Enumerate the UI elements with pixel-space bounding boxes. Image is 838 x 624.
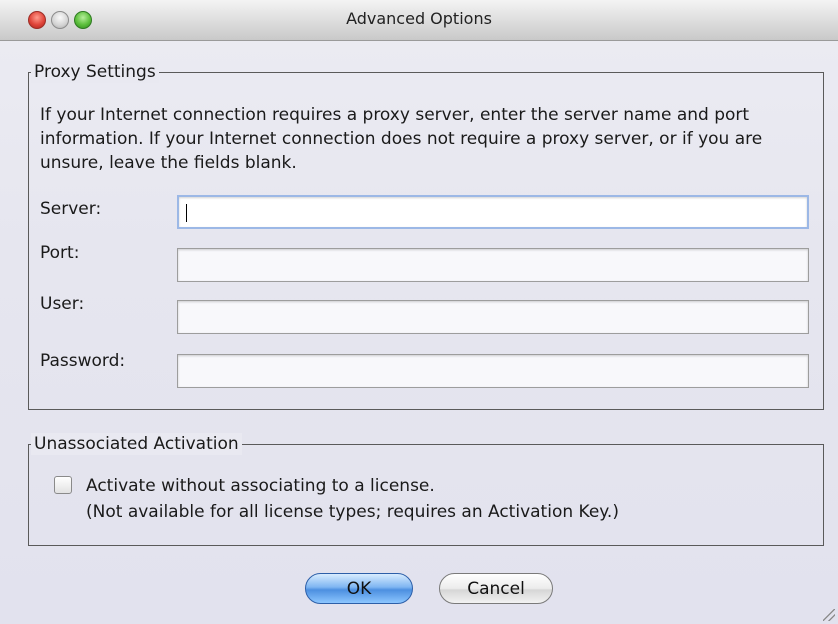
- unassociated-activation-group: Unassociated Activation Activate without…: [28, 433, 824, 546]
- port-label: Port:: [40, 243, 80, 263]
- server-label: Server:: [40, 199, 102, 219]
- resize-grip-icon[interactable]: [823, 609, 835, 621]
- password-input[interactable]: [177, 354, 809, 388]
- title-bar[interactable]: Advanced Options: [0, 0, 838, 41]
- unassociated-activation-legend: Unassociated Activation: [31, 433, 242, 455]
- password-label: Password:: [40, 351, 126, 371]
- text-caret: [186, 204, 187, 222]
- activate-without-license-text[interactable]: Activate without associating to a licens…: [86, 473, 619, 525]
- port-input[interactable]: [177, 248, 809, 282]
- ok-button[interactable]: OK: [305, 573, 413, 604]
- window-title: Advanced Options: [346, 9, 492, 28]
- activation-note: (Not available for all license types; re…: [86, 502, 619, 522]
- cancel-button[interactable]: Cancel: [439, 573, 553, 604]
- server-input[interactable]: [177, 195, 809, 229]
- activate-without-license-checkbox[interactable]: [54, 476, 72, 494]
- advanced-options-dialog: Advanced Options Proxy Settings If your …: [0, 0, 838, 624]
- proxy-intro-text: If your Internet connection requires a p…: [40, 105, 763, 173]
- activate-checkbox-label: Activate without associating to a licens…: [86, 476, 435, 496]
- proxy-settings-legend: Proxy Settings: [31, 61, 159, 83]
- user-label: User:: [40, 294, 85, 314]
- user-input[interactable]: [177, 300, 809, 334]
- proxy-settings-group: Proxy Settings If your Internet connecti…: [28, 61, 824, 410]
